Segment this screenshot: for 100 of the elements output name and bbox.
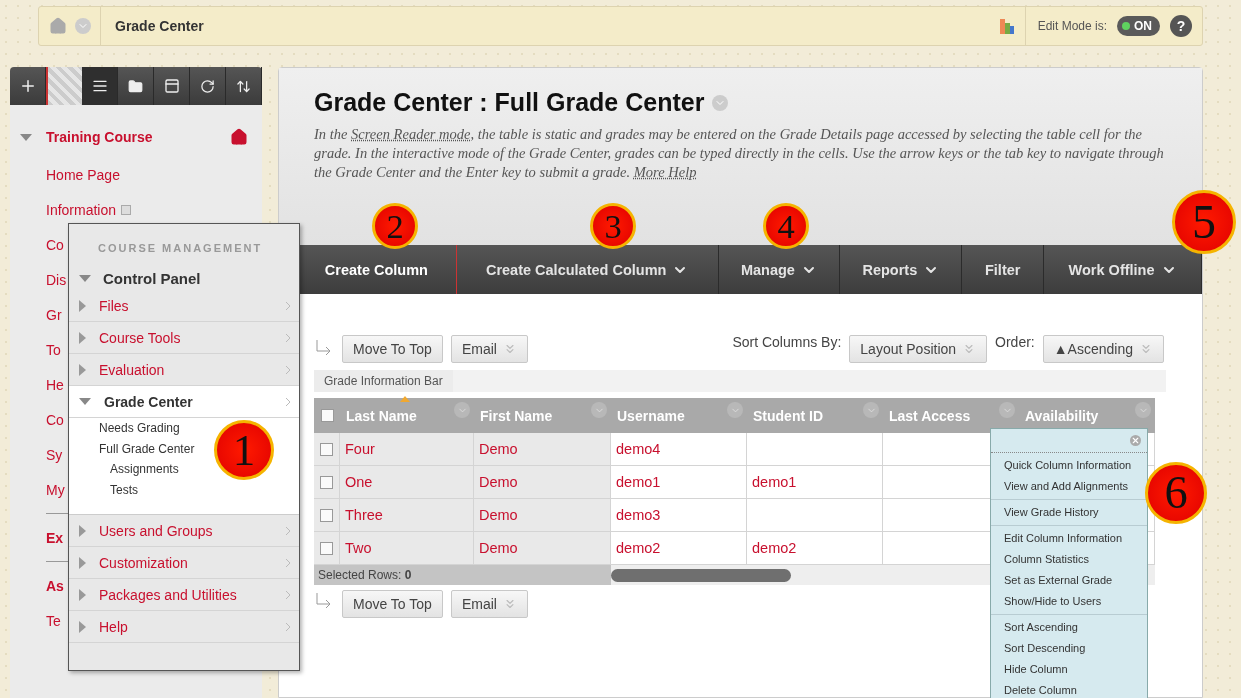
menu-item[interactable]: Sort Ascending [991, 617, 1147, 638]
page-title: Grade Center : Full Grade Center [314, 88, 705, 117]
table-cell: demo1 [747, 466, 883, 499]
menu-item[interactable]: Customization [99, 554, 188, 571]
dropdown-button[interactable]: Email [450, 335, 528, 363]
table-cell[interactable]: Demo [474, 532, 611, 565]
expand-icon[interactable] [79, 588, 86, 601]
help-button[interactable]: ? [1170, 15, 1192, 37]
resize-handle[interactable] [46, 67, 82, 105]
chevron-icon[interactable] [727, 402, 743, 418]
chevron-right-icon [285, 397, 291, 407]
table-cell[interactable]: Demo [474, 466, 611, 499]
sort-dropdown[interactable]: Layout Position [849, 335, 988, 363]
expand-icon[interactable] [79, 274, 91, 282]
menu-item[interactable]: Users and Groups [99, 522, 213, 539]
table-cell[interactable]: Three [340, 499, 474, 532]
table-cell[interactable]: Four [340, 433, 474, 466]
chevron-right-icon [285, 333, 291, 343]
table-cell[interactable]: Demo [474, 433, 611, 466]
menu-item[interactable]: Sort Descending [991, 638, 1147, 659]
row-checkbox[interactable] [320, 442, 333, 456]
folder-icon [128, 78, 143, 94]
toolbar-button[interactable]: Filter [962, 245, 1045, 294]
edit-mode-label: Edit Mode is: [1024, 7, 1107, 45]
chart-icon[interactable] [998, 17, 1015, 35]
row-checkbox[interactable] [320, 541, 333, 555]
move-to-top-button[interactable]: Move To Top [342, 590, 443, 618]
submenu-item[interactable]: Full Grade Center [99, 438, 195, 459]
menu-item[interactable]: View and Add Alignments [991, 476, 1147, 497]
menu-item[interactable]: Delete Column [991, 680, 1147, 698]
menu-item[interactable]: Packages and Utilities [99, 586, 237, 603]
submenu-item[interactable]: Assignments [110, 459, 179, 480]
expand-icon[interactable] [20, 133, 32, 141]
course-title[interactable]: Training Course [46, 129, 153, 145]
screen-reader-link[interactable]: Screen Reader mode [351, 126, 471, 142]
menu-item[interactable]: Evaluation [99, 361, 165, 378]
chevron-icon[interactable] [999, 402, 1015, 418]
menu-heading: COURSE MANAGEMENT [97, 242, 264, 254]
expand-icon[interactable] [79, 524, 86, 537]
menu-item[interactable]: Help [99, 618, 128, 635]
scrollbar[interactable] [611, 568, 791, 582]
chevron-right-icon [285, 622, 291, 632]
list-icon [91, 78, 108, 94]
chevron-right-icon [285, 365, 291, 375]
chevron-icon[interactable] [1135, 402, 1151, 418]
menu-item[interactable]: Column Statistics [991, 549, 1147, 570]
table-cell: demo2 [747, 532, 883, 565]
expand-icon[interactable] [79, 620, 86, 633]
submenu-item[interactable]: Needs Grading [99, 418, 180, 439]
list-view-button[interactable] [82, 67, 118, 105]
refresh-icon [200, 78, 215, 94]
sort-label: Sort Columns By: [732, 334, 842, 350]
sidebar-item[interactable]: Home Page [20, 157, 252, 192]
sort-arrows-icon [236, 78, 251, 94]
menu-item[interactable]: View Grade History [991, 502, 1147, 523]
chevron-icon[interactable] [591, 402, 607, 418]
chevron-right-icon [285, 590, 291, 600]
menu-item[interactable]: Files [99, 297, 129, 314]
caret-icon [1139, 342, 1153, 356]
table-cell[interactable]: demo2 [611, 532, 747, 565]
toolbar-button[interactable]: Reports [840, 245, 963, 294]
description-text: In the Screen Reader mode, the table is static and grades may be entered on the Grade Details page accessed by selecting the table cell for the grade. In the interactive mode of the Grade Center, grades can be typed directly in the cells. Use the arrow keys or the tab key to navigate through the Grade Center and the Enter key to submit a grade. More Help [314, 125, 1165, 182]
table-cell[interactable]: demo1 [611, 466, 747, 499]
menu-item[interactable]: Quick Column Information [991, 455, 1147, 476]
edit-mode-toggle[interactable]: ON [1117, 16, 1160, 36]
move-to-top-button[interactable]: Move To Top [342, 335, 443, 363]
close-icon[interactable] [1130, 435, 1141, 446]
table-cell[interactable]: One [340, 466, 474, 499]
home-icon[interactable] [230, 128, 248, 146]
callout-number: 5 [1172, 190, 1236, 254]
grade-info-tab[interactable]: Grade Information Bar [314, 370, 453, 392]
expand-icon[interactable] [79, 363, 86, 376]
chevron-right-icon [285, 301, 291, 311]
menu-item[interactable]: Course Tools [99, 329, 181, 346]
table-cell[interactable]: demo3 [611, 499, 747, 532]
table-cell[interactable]: Demo [474, 499, 611, 532]
dropdown-icon[interactable] [712, 94, 729, 111]
page-icon [121, 204, 132, 215]
select-all-checkbox[interactable] [320, 409, 334, 422]
control-panel-title[interactable]: Control Panel [103, 269, 201, 287]
chevron-icon[interactable] [454, 402, 470, 418]
submenu-item[interactable]: Tests [110, 479, 138, 500]
chevron-right-icon [285, 558, 291, 568]
row-checkbox[interactable] [320, 475, 333, 489]
menu-item[interactable]: Hide Column [991, 659, 1147, 680]
expand-icon[interactable] [79, 556, 86, 569]
sidebar-item[interactable]: Information [20, 192, 252, 227]
menu-item[interactable]: Show/Hide to Users [991, 591, 1147, 612]
table-cell[interactable]: Two [340, 532, 474, 565]
row-checkbox[interactable] [320, 508, 333, 522]
order-dropdown[interactable]: ▲Ascending [1042, 335, 1164, 363]
dropdown-button[interactable]: Email [450, 590, 528, 618]
expand-icon[interactable] [79, 398, 91, 405]
menu-item[interactable]: Edit Column Information [991, 528, 1147, 549]
chevron-icon[interactable] [863, 402, 879, 418]
expand-icon[interactable] [79, 331, 86, 344]
menu-item[interactable]: Set as External Grade [991, 570, 1147, 591]
help-link[interactable]: More Help [633, 164, 697, 180]
table-cell[interactable]: demo4 [611, 433, 747, 466]
expand-icon[interactable] [79, 299, 86, 312]
